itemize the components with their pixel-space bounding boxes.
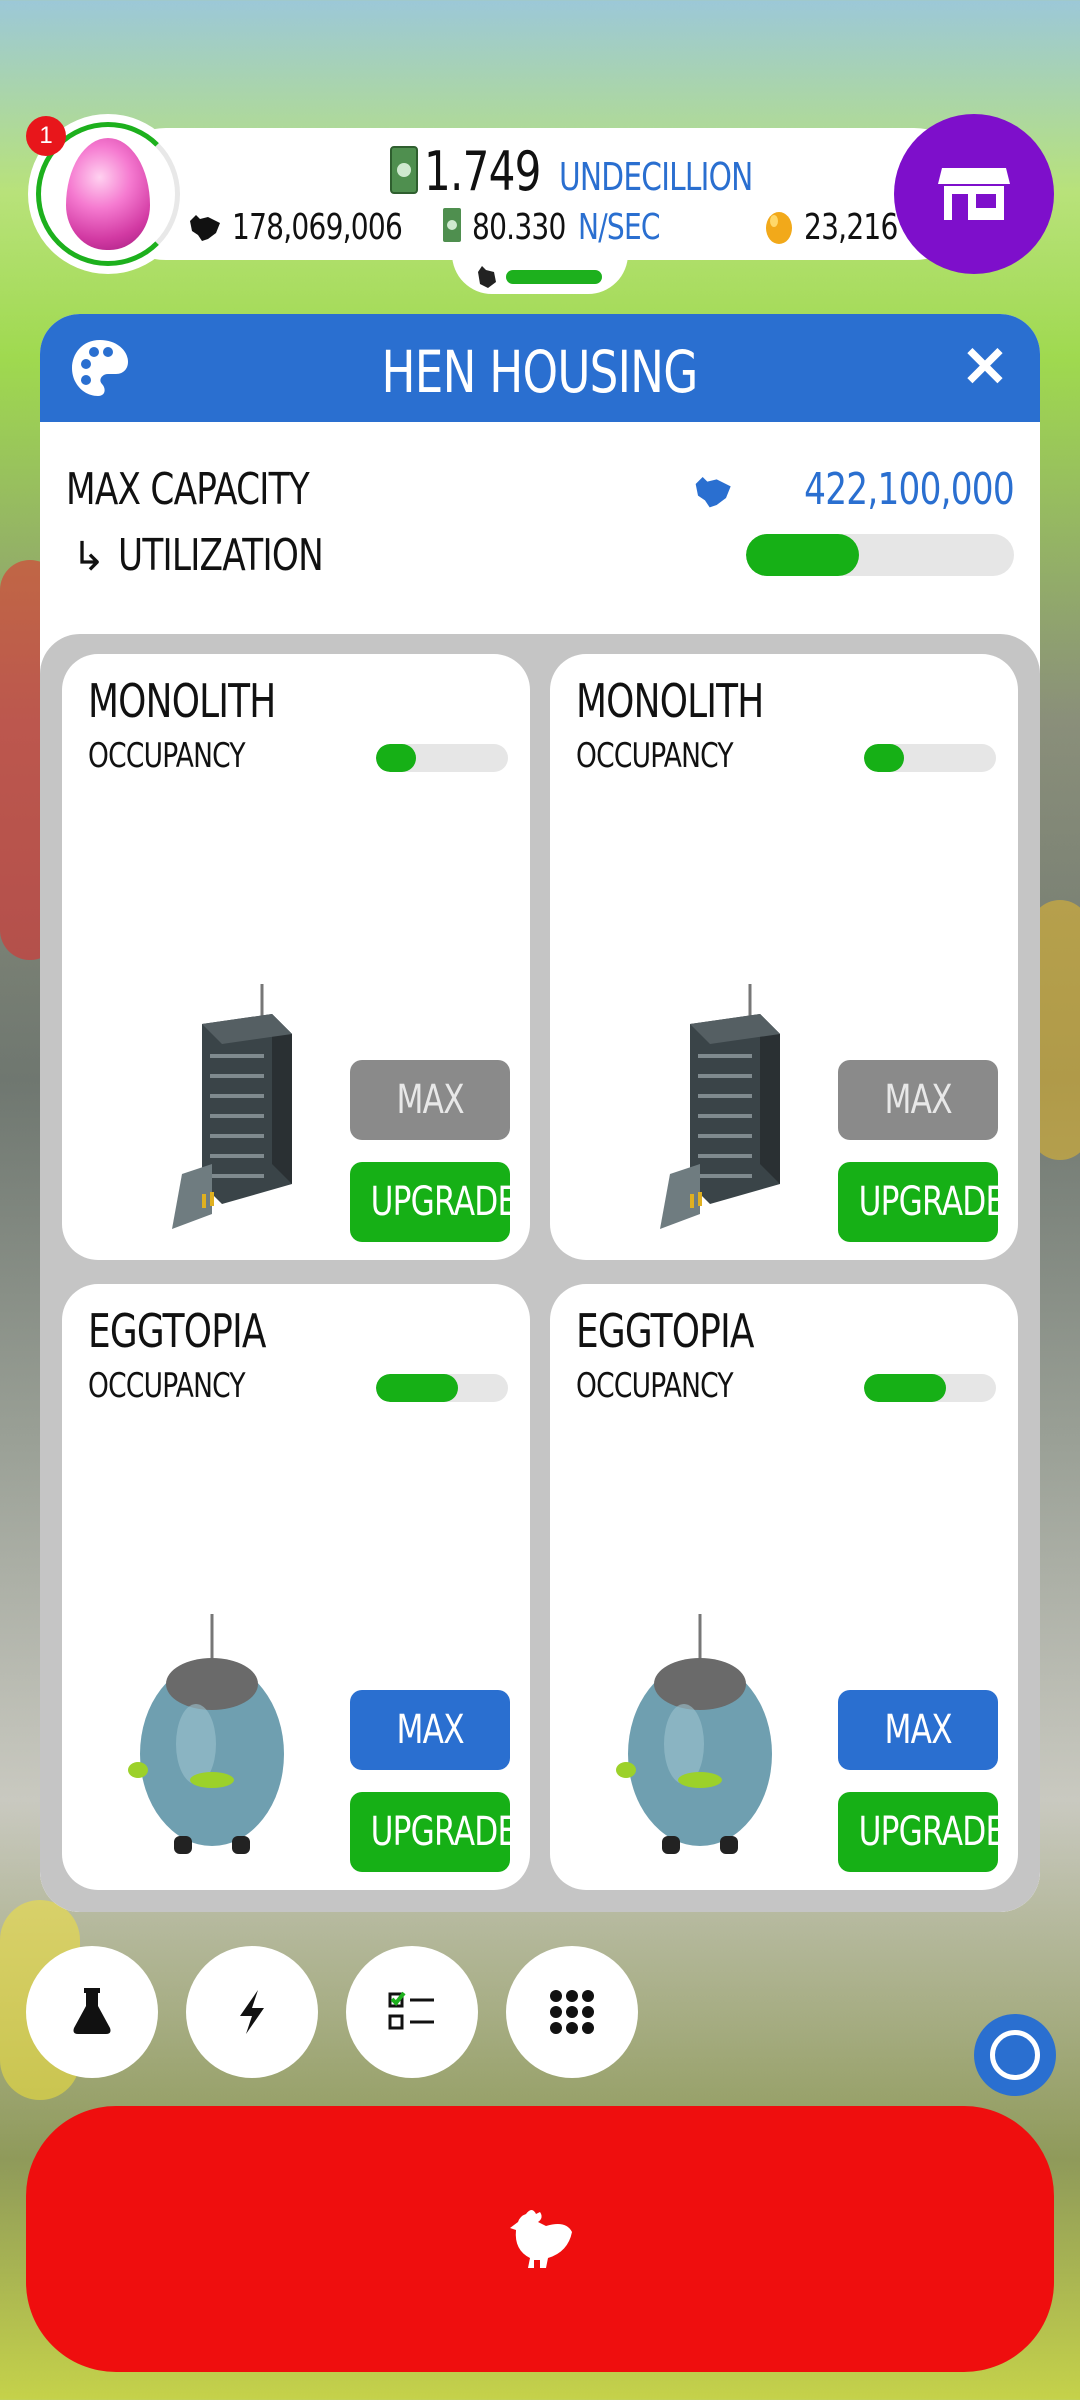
chicken-silhouette-icon: [190, 215, 220, 241]
occupancy-label: OCCUPANCY: [576, 736, 734, 776]
occupancy-fill: [376, 1374, 458, 1402]
panel-title: HEN HOUSING: [40, 338, 1040, 406]
house-card-eggtopia-1: EGGTOPIA OCCUPANCY MAX UPGRADE: [62, 1284, 530, 1890]
circle-toggle-button[interactable]: [974, 2014, 1056, 2096]
panel-title-text: HEN HOUSING: [382, 338, 699, 406]
hen-housing-panel: HEN HOUSING ✕ MAX CAPACITY 422,100,000 ↳…: [40, 314, 1040, 1912]
max-capacity-label-text: MAX CAPACITY: [66, 464, 310, 515]
max-capacity-label: MAX CAPACITY: [66, 464, 378, 515]
hatch-chicken-button[interactable]: [26, 2106, 1054, 2372]
max-button[interactable]: MAX: [838, 1060, 998, 1140]
cash-icon: [443, 208, 461, 242]
shop-icon: [938, 168, 1010, 220]
occupancy-label: OCCUPANCY: [576, 1366, 734, 1406]
house-name: EGGTOPIA: [88, 1304, 266, 1358]
upgrade-button-label: UPGRADE: [858, 1809, 1006, 1855]
max-capacity-value: 422,100,000: [691, 464, 1015, 515]
shop-button[interactable]: [894, 114, 1054, 274]
occupancy-bar: [864, 1374, 996, 1402]
small-chicken-icon: [478, 266, 496, 288]
upgrade-button[interactable]: UPGRADE: [838, 1162, 1005, 1242]
occupancy-bar: [864, 744, 996, 772]
money-value: 1.749: [424, 140, 541, 203]
cash-icon: [390, 146, 418, 194]
panel-header: HEN HOUSING ✕: [40, 314, 1040, 422]
menu-button[interactable]: [506, 1946, 638, 2078]
occupancy-bar: [376, 1374, 508, 1402]
occupancy-label: OCCUPANCY: [88, 1366, 246, 1406]
house-name: MONOLITH: [576, 674, 764, 728]
chicken-count-value: 178,069,006: [232, 207, 403, 248]
ring-icon: [990, 2030, 1040, 2080]
occupancy-label: OCCUPANCY: [88, 736, 246, 776]
eggtopia-building-image: [128, 1614, 284, 1854]
money-display: 1.749 UNDECILLION: [390, 140, 807, 204]
chicken-icon: [510, 2210, 572, 2268]
upgrade-button-label: UPGRADE: [370, 1809, 518, 1855]
chicken-silhouette-icon: [695, 477, 731, 508]
income-rate: 80.330 N/SEC: [442, 206, 683, 248]
house-card-monolith-1: MONOLITH OCCUPANCY MAX UPGRADE: [62, 654, 530, 1260]
occupancy-bar: [376, 744, 508, 772]
occupancy-fill: [376, 744, 416, 772]
max-button[interactable]: MAX: [838, 1690, 998, 1770]
missions-button[interactable]: [346, 1946, 478, 2078]
upgrade-button-label: UPGRADE: [858, 1179, 1006, 1225]
house-name: MONOLITH: [88, 674, 276, 728]
max-button-label: MAX: [396, 1077, 464, 1123]
occupancy-fill: [864, 744, 904, 772]
house-name: EGGTOPIA: [576, 1304, 754, 1358]
occupancy-fill: [864, 1374, 946, 1402]
close-icon[interactable]: ✕: [960, 339, 1010, 395]
housing-grid: MONOLITH OCCUPANCY MAX UPGRADE MONOLITH …: [40, 634, 1040, 1912]
golden-egg-value: 23,216: [804, 207, 898, 248]
upgrade-button[interactable]: UPGRADE: [350, 1162, 517, 1242]
max-button-label: MAX: [396, 1707, 464, 1753]
utilization-fill: [746, 534, 859, 576]
income-rate-value: 80.330: [472, 207, 566, 248]
max-button[interactable]: MAX: [350, 1690, 510, 1770]
research-button[interactable]: [26, 1946, 158, 2078]
checklist-icon: [388, 1991, 434, 2030]
max-button-label: MAX: [884, 1707, 952, 1753]
lightning-icon: [240, 1990, 264, 2034]
income-rate-unit: N/SEC: [578, 207, 661, 248]
max-button-label: MAX: [884, 1077, 952, 1123]
money-unit: UNDECILLION: [558, 155, 753, 199]
monolith-building-image: [660, 984, 780, 1229]
upgrade-button[interactable]: UPGRADE: [350, 1792, 517, 1872]
utilization-arrow: ↳: [72, 535, 106, 579]
monolith-building-image: [172, 984, 292, 1229]
upgrade-button[interactable]: UPGRADE: [838, 1792, 1005, 1872]
notification-badge: 1: [26, 116, 66, 156]
chicken-count: 178,069,006: [186, 206, 450, 248]
house-card-eggtopia-2: EGGTOPIA OCCUPANCY MAX UPGRADE: [550, 1284, 1018, 1890]
utilization-label-text: UTILIZATION: [117, 530, 324, 581]
golden-egg-icon: [766, 212, 792, 244]
utilization-bar: [746, 534, 1014, 576]
max-capacity-number: 422,100,000: [804, 464, 1015, 515]
grid-icon: [550, 1990, 594, 2034]
eggtopia-building-image: [616, 1614, 772, 1854]
flask-icon: [73, 1988, 111, 2034]
max-button[interactable]: MAX: [350, 1060, 510, 1140]
house-card-monolith-2: MONOLITH OCCUPANCY MAX UPGRADE: [550, 654, 1018, 1260]
boost-button[interactable]: [186, 1946, 318, 2078]
chicken-progress-bar: [506, 270, 602, 284]
upgrade-button-label: UPGRADE: [370, 1179, 518, 1225]
utilization-label: ↳ UTILIZATION: [72, 530, 381, 581]
